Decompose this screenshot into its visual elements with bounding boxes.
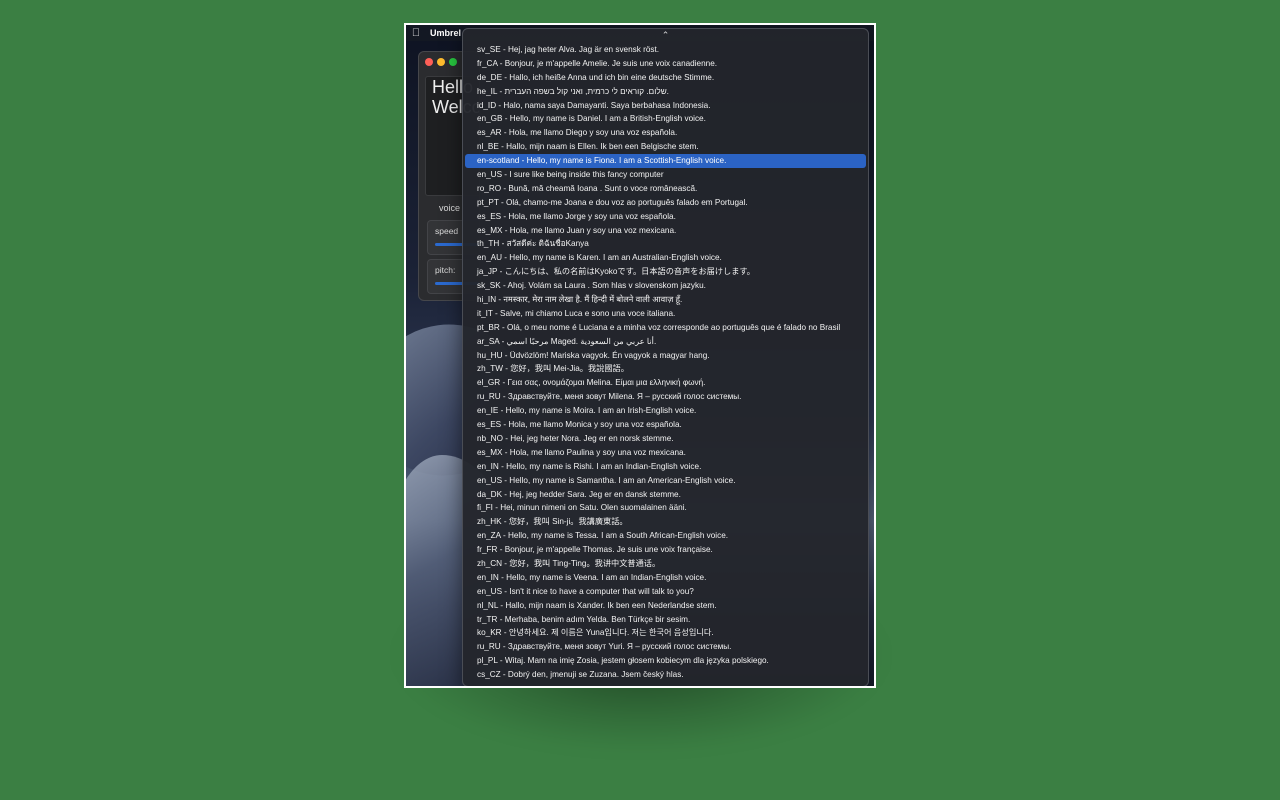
- voice-menu-item[interactable]: es_ES - Hola, me llamo Monica y soy una …: [465, 418, 866, 432]
- voice-menu-item[interactable]: pt_PT - Olá, chamo-me Joana e dou voz ao…: [465, 196, 866, 210]
- voice-menu-item[interactable]: zh_HK - 您好，我叫 Sin-ji。我講廣東話。: [465, 515, 866, 529]
- voice-menu-item[interactable]: fi_FI - Hei, minun nimeni on Satu. Olen …: [465, 501, 866, 515]
- voice-menu-item[interactable]: en_US - I sure like being inside this fa…: [465, 168, 866, 182]
- voice-menu-item[interactable]: pl_PL - Witaj. Mam na imię Zosia, jestem…: [465, 654, 866, 668]
- voice-menu-item[interactable]: it_IT - Salve, mi chiamo Luca e sono una…: [465, 307, 866, 321]
- voice-menu-item[interactable]: en_IN - Hello, my name is Rishi. I am an…: [465, 460, 866, 474]
- voice-menu-item-selected[interactable]: en-scotland - Hello, my name is Fiona. I…: [465, 154, 866, 169]
- voice-menu-item[interactable]: en_US - Hello, my name is Samantha. I am…: [465, 474, 866, 488]
- voice-menu-item[interactable]: nl_BE - Hallo, mijn naam is Ellen. Ik be…: [465, 140, 866, 154]
- voice-menu-item[interactable]: sk_SK - Ahoj. Volám sa Laura . Som hlas …: [465, 279, 866, 293]
- voice-menu-item[interactable]: hu_HU - Üdvözlöm! Mariska vagyok. Én vag…: [465, 349, 866, 363]
- desktop:  Umbrel Hello Welcome voice speed pitch…: [406, 25, 874, 686]
- minimize-window-button[interactable]: [437, 58, 445, 66]
- screenshot-frame:  Umbrel Hello Welcome voice speed pitch…: [404, 23, 876, 688]
- voice-menu-item[interactable]: es_MX - Hola, me llamo Juan y soy una vo…: [465, 224, 866, 238]
- voice-menu-item[interactable]: el_GR - Γεια σας, ονομάζομαι Melina. Είμ…: [465, 376, 866, 390]
- app-menu-name[interactable]: Umbrel: [430, 28, 461, 38]
- voice-popup-menu: ⌃ sv_SE - Hej, jag heter Alva. Jag är en…: [462, 28, 869, 686]
- voice-menu-item[interactable]: tr_TR - Merhaba, benim adım Yelda. Ben T…: [465, 613, 866, 627]
- chevron-up-icon[interactable]: ⌃: [463, 31, 868, 40]
- voice-menu-item[interactable]: nb_NO - Hei, jeg heter Nora. Jeg er en n…: [465, 432, 866, 446]
- voice-menu-item[interactable]: en_IE - Hello, my name is Moira. I am an…: [465, 404, 866, 418]
- speed-label: speed: [435, 226, 459, 236]
- voice-menu-item[interactable]: id_ID - Halo, nama saya Damayanti. Saya …: [465, 99, 866, 113]
- voice-menu-item[interactable]: sv_SE - Hej, jag heter Alva. Jag är en s…: [465, 43, 866, 57]
- voice-menu-item[interactable]: es_AR - Hola, me llamo Diego y soy una v…: [465, 126, 866, 140]
- close-window-button[interactable]: [425, 58, 433, 66]
- voice-menu-item[interactable]: ja_JP - こんにちは、私の名前はKyokoです。日本語の音声をお届けします…: [465, 265, 866, 279]
- voice-menu-item[interactable]: fr_CA - Bonjour, je m'appelle Amelie. Je…: [465, 57, 866, 71]
- voice-menu-item[interactable]: zh_CN - 您好，我叫 Ting-Ting。我讲中文普通话。: [465, 557, 866, 571]
- voice-menu-item[interactable]: ru_RU - Здравствуйте, меня зовут Milena.…: [465, 390, 866, 404]
- voice-menu-item[interactable]: da_DK - Hej, jeg hedder Sara. Jeg er en …: [465, 488, 866, 502]
- voice-menu-item[interactable]: en_AU - Hello, my name is Karen. I am an…: [465, 251, 866, 265]
- voice-menu-item[interactable]: en_ZA - Hello, my name is Tessa. I am a …: [465, 529, 866, 543]
- voice-menu-item[interactable]: es_ES - Hola, me llamo Jorge y soy una v…: [465, 210, 866, 224]
- voice-menu-item[interactable]: en_US - Isn't it nice to have a computer…: [465, 585, 866, 599]
- voice-label: voice: [439, 203, 461, 213]
- voice-menu-item[interactable]: he_IL - שלום. קוראים לי כרמית, ואני קול …: [465, 85, 866, 99]
- voice-menu-item[interactable]: en_IN - Hello, my name is Veena. I am an…: [465, 571, 866, 585]
- voice-menu-item[interactable]: cs_CZ - Dobrý den, jmenuji se Zuzana. Js…: [465, 668, 866, 682]
- voice-menu-item[interactable]: de_DE - Hallo, ich heiße Anna und ich bi…: [465, 71, 866, 85]
- voice-menu-item[interactable]: pt_BR - Olá, o meu nome é Luciana e a mi…: [465, 321, 866, 335]
- voice-menu-item[interactable]: fr_FR - Bonjour, je m'appelle Thomas. Je…: [465, 543, 866, 557]
- pitch-label: pitch:: [435, 265, 456, 275]
- voice-menu-item[interactable]: ro_RO - Bună, mă cheamă Ioana . Sunt o v…: [465, 182, 866, 196]
- voice-menu-item[interactable]: ru_RU - Здравствуйте, меня зовут Yuri. Я…: [465, 640, 866, 654]
- voice-menu-item[interactable]: ar_SA - مرحبًا اسمي Maged. أنا عربي من ا…: [465, 335, 866, 349]
- voice-menu-item[interactable]: es_MX - Hola, me llamo Paulina y soy una…: [465, 446, 866, 460]
- voice-menu-item[interactable]: th_TH - สวัสดีค่ะ ดิฉันชื่อKanya: [465, 237, 866, 251]
- voice-menu-item[interactable]: hi_IN - नमस्कार, मेरा नाम लेखा है. मैं ह…: [465, 293, 866, 307]
- voice-list: sv_SE - Hej, jag heter Alva. Jag är en s…: [465, 43, 866, 682]
- apple-logo-icon[interactable]: : [410, 27, 422, 39]
- voice-menu-item[interactable]: ko_KR - 안녕하세요. 제 이름은 Yuna입니다. 저는 한국어 음성입…: [465, 626, 866, 640]
- voice-menu-item[interactable]: en_GB - Hello, my name is Daniel. I am a…: [465, 112, 866, 126]
- voice-menu-item[interactable]: nl_NL - Hallo, mijn naam is Xander. Ik b…: [465, 599, 866, 613]
- zoom-window-button[interactable]: [449, 58, 457, 66]
- voice-menu-item[interactable]: zh_TW - 您好，我叫 Mei-Jia。我說國語。: [465, 362, 866, 376]
